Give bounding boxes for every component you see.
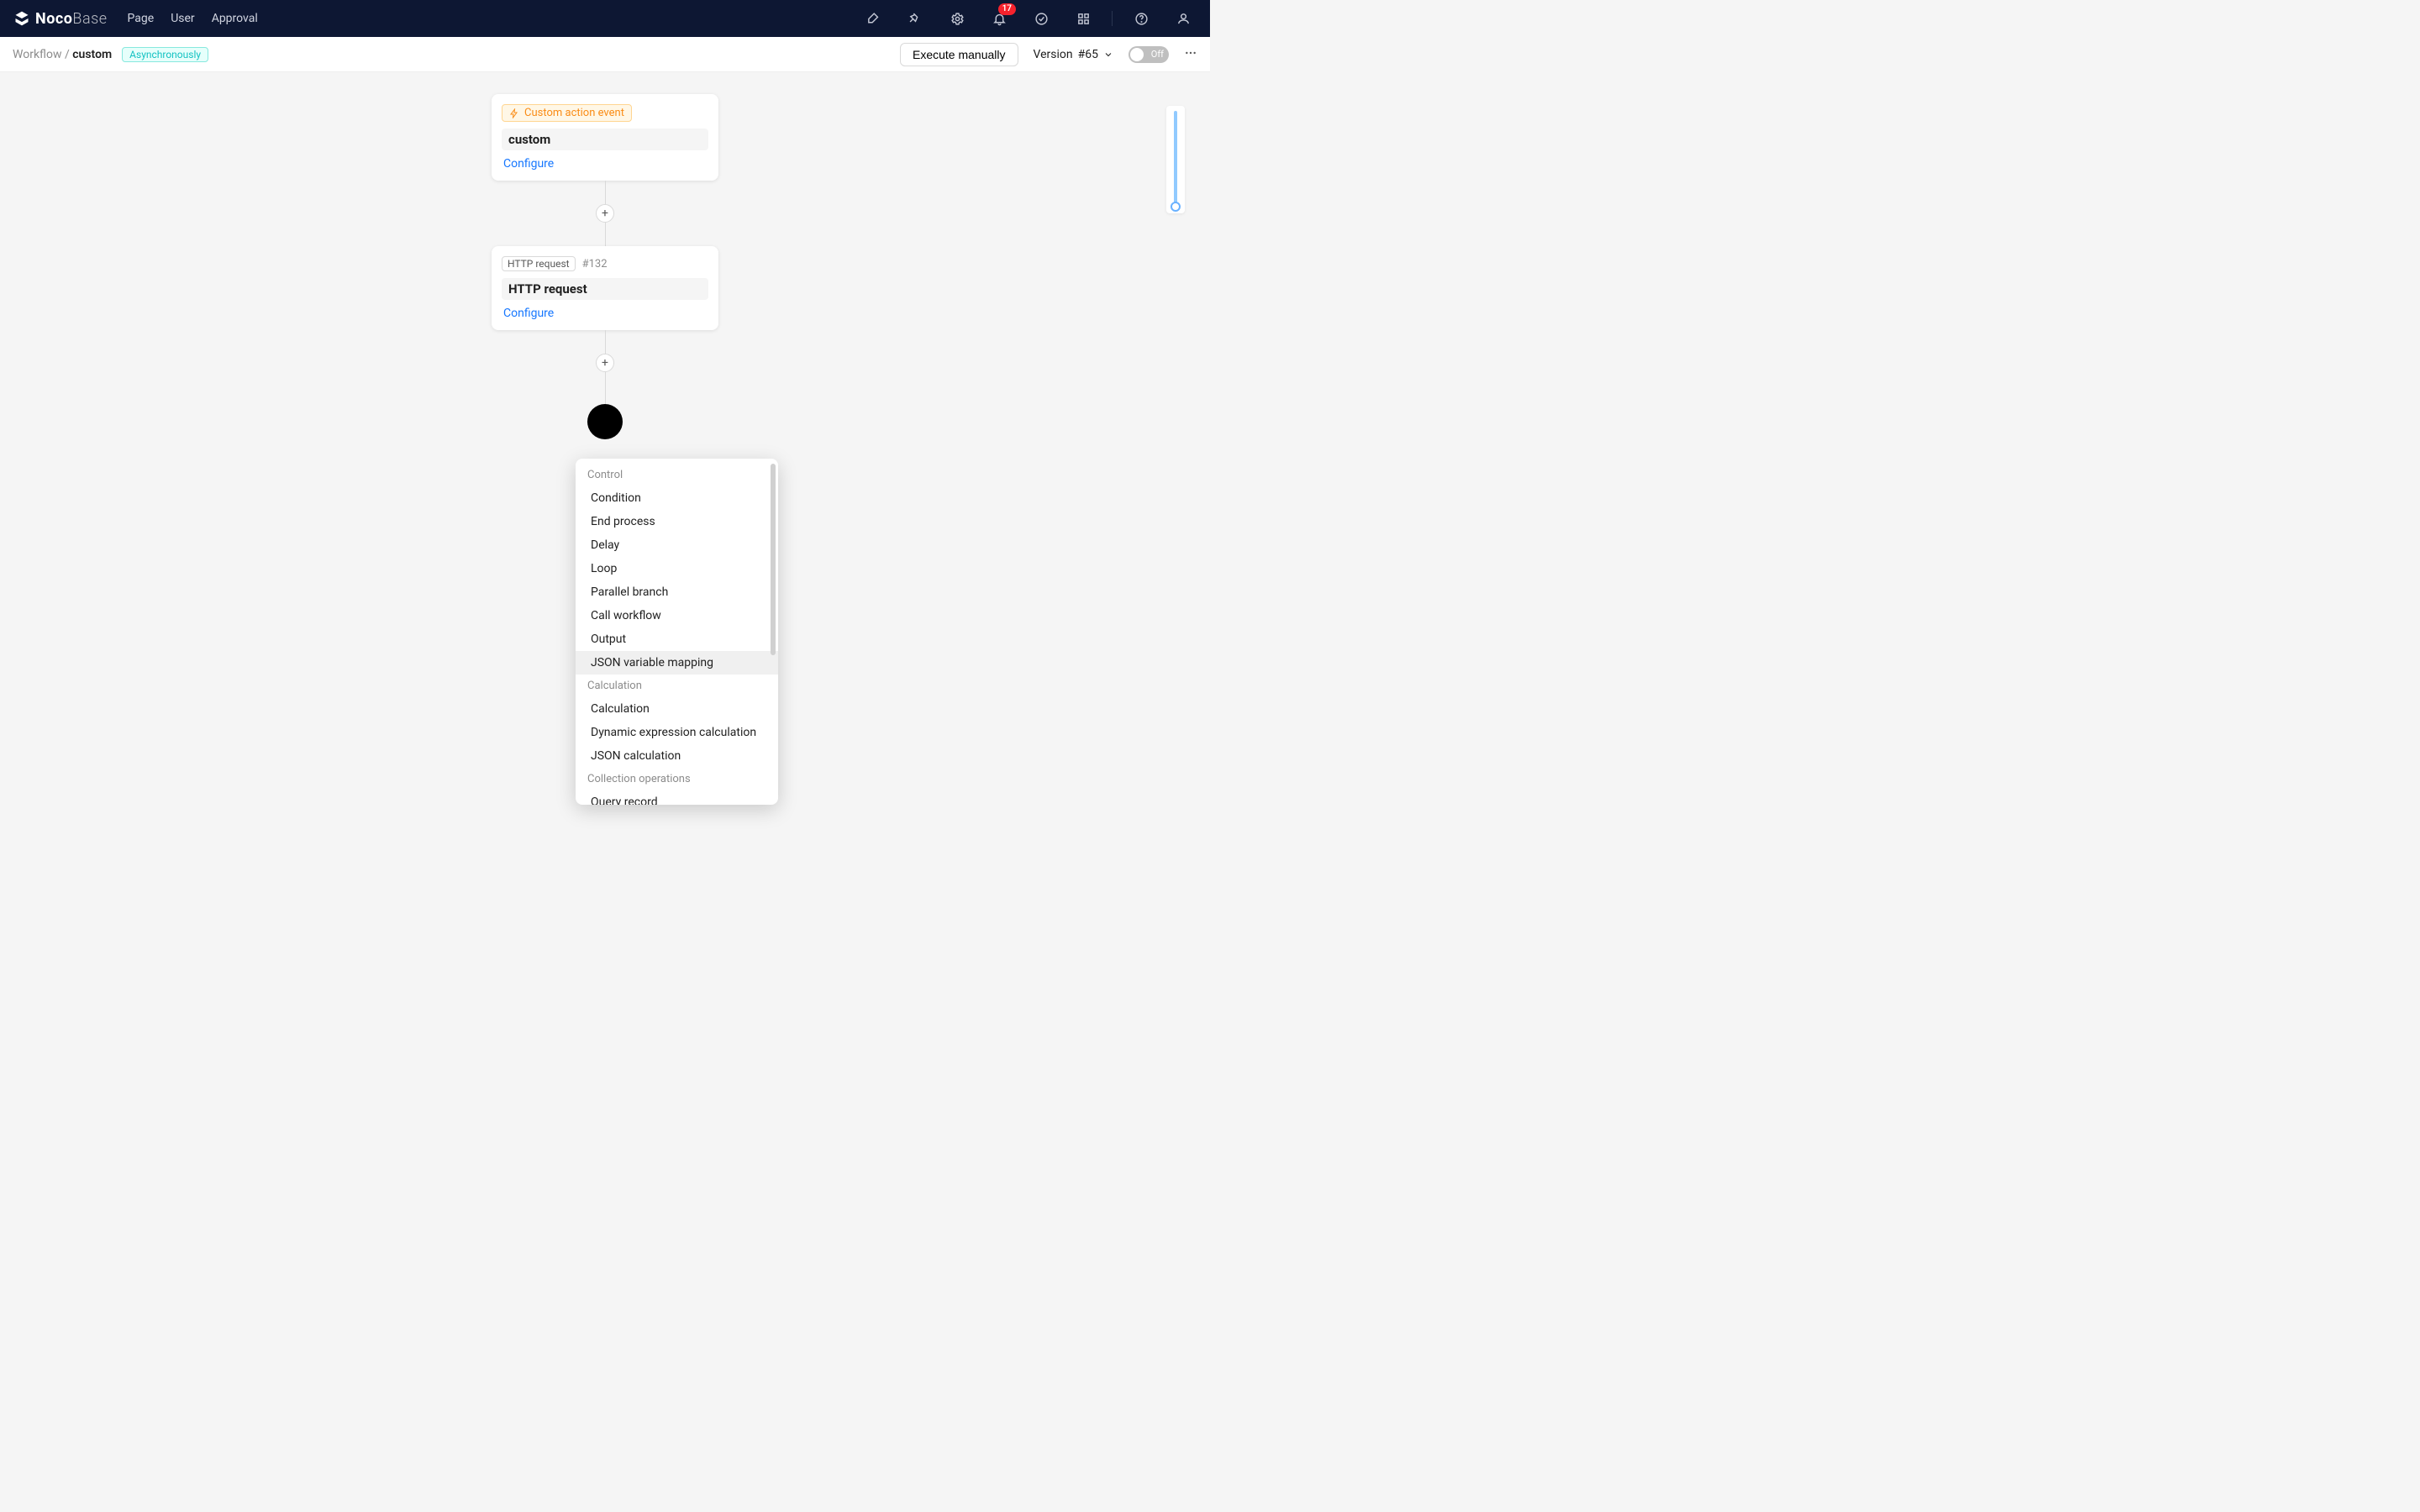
connector — [605, 223, 606, 246]
dropdown-item[interactable]: Output — [576, 627, 778, 651]
http-request-node[interactable]: HTTP request #132 HTTP request Configure — [492, 246, 718, 330]
dropdown-item[interactable]: Delay — [576, 533, 778, 557]
dropdown-item[interactable]: JSON calculation — [576, 744, 778, 768]
nav-item-approval[interactable]: Approval — [212, 12, 258, 25]
workflow-canvas[interactable]: Custom action event custom Configure + H… — [0, 72, 1210, 756]
breadcrumb: Workflow / custom — [13, 48, 112, 61]
enable-toggle[interactable]: Off — [1128, 46, 1169, 63]
dropdown-group-label: Collection operations — [576, 768, 778, 790]
connector — [605, 330, 606, 354]
dropdown-scrollbar[interactable] — [771, 464, 776, 655]
workflow-flow: Custom action event custom Configure + H… — [492, 94, 718, 439]
zoom-handle[interactable] — [1171, 202, 1181, 212]
logo[interactable]: NocoBase — [13, 10, 108, 28]
bell-icon[interactable]: 17 — [986, 5, 1013, 32]
dropdown-item[interactable]: Loop — [576, 557, 778, 580]
gear-icon[interactable] — [944, 5, 971, 32]
nav-icons: 17 — [860, 5, 1197, 32]
breadcrumb-current: custom — [72, 48, 112, 61]
connector — [605, 372, 606, 404]
chevron-down-icon — [1103, 50, 1113, 60]
configure-link[interactable]: Configure — [502, 155, 708, 172]
dropdown-item[interactable]: Calculation — [576, 697, 778, 721]
more-menu-icon[interactable] — [1184, 46, 1197, 63]
notification-badge: 17 — [998, 3, 1016, 15]
nav-item-user[interactable]: User — [171, 12, 194, 25]
configure-link[interactable]: Configure — [502, 305, 708, 322]
nav-menu: Page User Approval — [128, 12, 258, 25]
toggle-label: Off — [1151, 49, 1164, 60]
nav-divider — [1112, 11, 1113, 26]
logo-icon — [13, 10, 30, 27]
trigger-node[interactable]: Custom action event custom Configure — [492, 94, 718, 181]
execute-manually-button[interactable]: Execute manually — [900, 43, 1018, 66]
execution-mode-tag: Asynchronously — [122, 47, 208, 62]
dropdown-item[interactable]: End process — [576, 510, 778, 533]
add-node-button[interactable]: + — [596, 354, 614, 372]
nav-item-page[interactable]: Page — [128, 12, 155, 25]
node-type-dropdown[interactable]: ControlConditionEnd processDelayLoopPara… — [576, 459, 778, 805]
help-icon[interactable] — [1128, 5, 1155, 32]
add-node-button[interactable]: + — [596, 204, 614, 223]
grid-icon[interactable] — [1070, 5, 1097, 32]
node-id: #132 — [582, 258, 608, 270]
zoom-slider[interactable] — [1166, 106, 1185, 213]
workflow-header: Workflow / custom Asynchronously Execute… — [0, 37, 1210, 72]
lightning-icon — [509, 108, 519, 118]
toggle-knob — [1130, 48, 1144, 61]
node-name[interactable]: HTTP request — [502, 278, 708, 300]
connector — [605, 181, 606, 204]
trigger-name[interactable]: custom — [502, 129, 708, 150]
user-icon[interactable] — [1170, 5, 1197, 32]
end-node — [587, 404, 623, 439]
check-circle-icon[interactable] — [1028, 5, 1055, 32]
dropdown-item[interactable]: Condition — [576, 486, 778, 510]
dropdown-item[interactable]: Query record — [576, 790, 778, 805]
top-nav: NocoBase Page User Approval 17 — [0, 0, 1210, 37]
dropdown-item[interactable]: Call workflow — [576, 604, 778, 627]
dropdown-item[interactable]: Parallel branch — [576, 580, 778, 604]
pin-icon[interactable] — [902, 5, 929, 32]
highlight-icon[interactable] — [860, 5, 886, 32]
dropdown-group-label: Calculation — [576, 675, 778, 697]
dropdown-item[interactable]: JSON variable mapping — [576, 651, 778, 675]
breadcrumb-root[interactable]: Workflow — [13, 48, 62, 61]
trigger-type-tag: Custom action event — [502, 104, 632, 122]
node-type-badge: HTTP request — [502, 256, 576, 271]
version-selector[interactable]: Version #65 — [1034, 48, 1114, 61]
dropdown-group-label: Control — [576, 464, 778, 486]
logo-text: NocoBase — [35, 10, 108, 28]
dropdown-item[interactable]: Dynamic expression calculation — [576, 721, 778, 744]
